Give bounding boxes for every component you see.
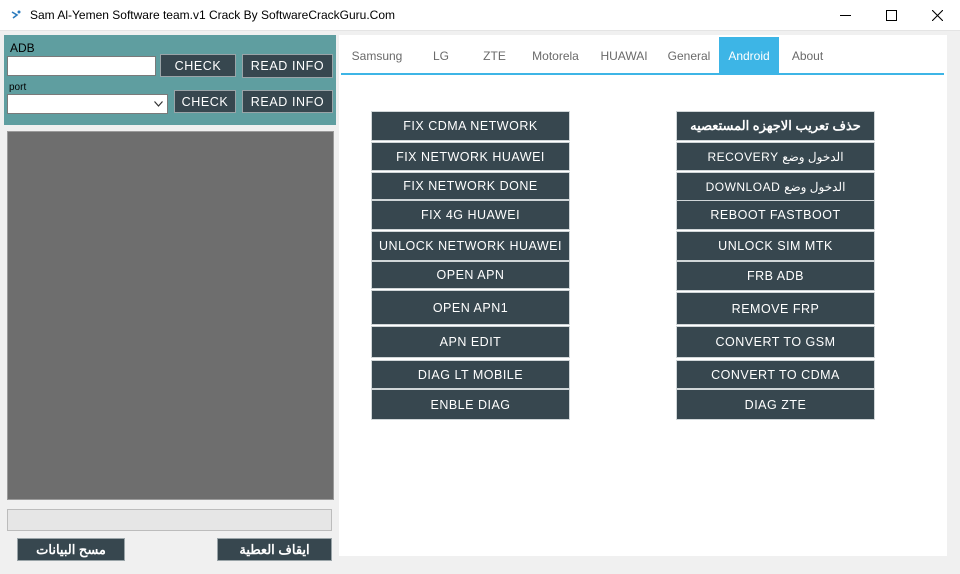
title-bar: Sam Al-Yemen Software team.v1 Crack By S…	[0, 0, 960, 31]
fix-cdma-network-button[interactable]: FIX CDMA NETWORK	[371, 111, 570, 141]
adb-label: ADB	[10, 41, 35, 55]
chevron-down-icon	[154, 101, 163, 107]
unlock-network-huawei-button[interactable]: UNLOCK NETWORK HUAWEI	[371, 231, 570, 261]
maximize-icon	[885, 10, 897, 21]
convert-to-cdma-button[interactable]: CONVERT TO CDMA	[676, 360, 875, 389]
tab-general[interactable]: General	[659, 37, 719, 74]
tab-android[interactable]: Android	[719, 37, 779, 74]
open-apn1-button[interactable]: OPEN APN1	[371, 290, 570, 325]
port-select[interactable]	[7, 94, 168, 114]
port-read-info-button[interactable]: READ INFO	[242, 90, 333, 113]
fix-network-huawei-button[interactable]: FIX NETWORK HUAWEI	[371, 142, 570, 171]
port-label: port	[9, 82, 27, 93]
tab-motorela[interactable]: Motorela	[522, 37, 589, 74]
convert-to-gsm-button[interactable]: CONVERT TO GSM	[676, 326, 875, 358]
remove-frp-button[interactable]: REMOVE FRP	[676, 292, 875, 325]
frb-adb-button[interactable]: FRB ADB	[676, 261, 875, 291]
fix-network-done-button[interactable]: FIX NETWORK DONE	[371, 172, 570, 200]
reboot-fastboot-button[interactable]: REBOOT FASTBOOT	[676, 200, 875, 230]
tab-huawai[interactable]: HUAWAI	[589, 37, 659, 74]
maximize-button[interactable]	[868, 0, 914, 31]
remove-stubborn-drivers-button[interactable]: حذف تعريب الاجهزه المستعصيه	[676, 111, 875, 141]
window-title: Sam Al-Yemen Software team.v1 Crack By S…	[30, 8, 396, 22]
stop-operation-button[interactable]: ايقاف العطية	[217, 538, 332, 561]
download-mode-button[interactable]: DOWNLOAD الدخول وضع	[676, 172, 875, 202]
progress-bar	[7, 509, 332, 531]
clear-data-button[interactable]: مسح البيانات	[17, 538, 125, 561]
tab-zte[interactable]: ZTE	[467, 37, 522, 74]
log-output-area[interactable]	[7, 131, 334, 500]
adb-input[interactable]	[7, 56, 156, 76]
apn-edit-button[interactable]: APN EDIT	[371, 326, 570, 358]
app-icon	[11, 10, 21, 19]
unlock-sim-mtk-button[interactable]: UNLOCK SIM MTK	[676, 231, 875, 261]
fix-4g-huawei-button[interactable]: FIX 4G HUAWEI	[371, 200, 570, 230]
diag-lt-mobile-button[interactable]: DIAG LT MOBILE	[371, 360, 570, 389]
connection-panel: ADB CHECK READ INFO port CHECK READ INFO	[4, 35, 336, 125]
tab-underline	[341, 73, 944, 75]
tab-panel: Samsung LG ZTE Motorela HUAWAI General A…	[339, 35, 947, 556]
adb-read-info-button[interactable]: READ INFO	[242, 54, 333, 78]
recovery-mode-button[interactable]: RECOVERY الدخول وضع	[676, 142, 875, 171]
close-button[interactable]	[914, 0, 960, 31]
tab-about[interactable]: About	[779, 37, 836, 74]
open-apn-button[interactable]: OPEN APN	[371, 261, 570, 289]
enble-diag-button[interactable]: ENBLE DIAG	[371, 389, 570, 420]
diag-zte-button[interactable]: DIAG ZTE	[676, 389, 875, 420]
tab-samsung[interactable]: Samsung	[339, 37, 415, 74]
minimize-icon	[839, 15, 851, 16]
port-check-button[interactable]: CHECK	[174, 90, 236, 113]
adb-check-button[interactable]: CHECK	[160, 54, 236, 77]
minimize-button[interactable]	[822, 0, 868, 31]
tab-strip: Samsung LG ZTE Motorela HUAWAI General A…	[339, 37, 836, 74]
close-icon	[931, 10, 943, 21]
tab-lg[interactable]: LG	[415, 37, 467, 74]
